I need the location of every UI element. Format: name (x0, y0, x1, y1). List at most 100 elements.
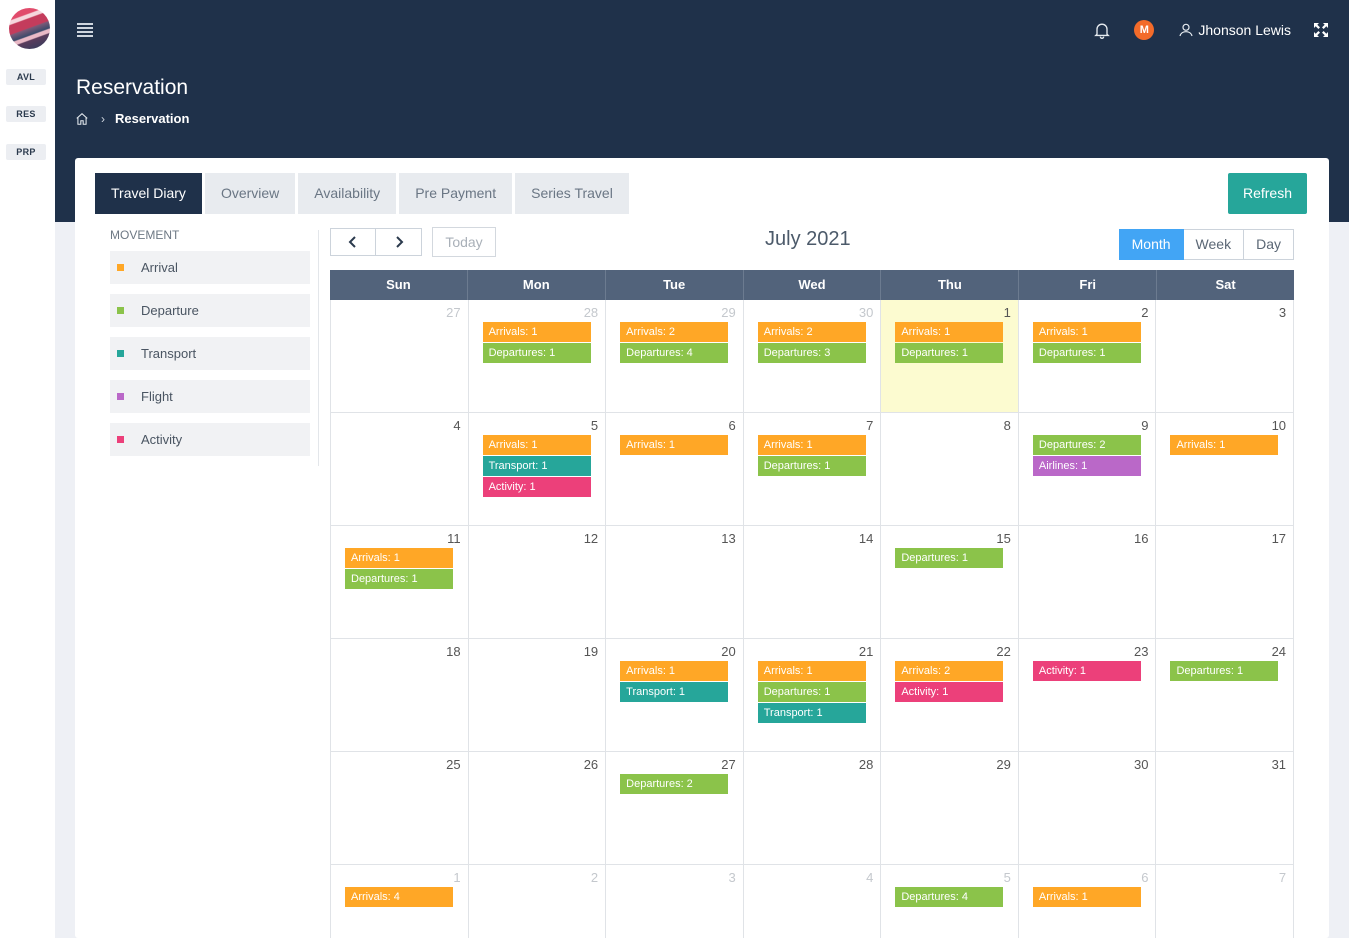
event-arrival[interactable]: Arrivals: 1 (345, 548, 453, 568)
today-button[interactable]: Today (432, 227, 496, 257)
legend-item-transport[interactable]: Transport (110, 337, 310, 370)
app-logo[interactable] (9, 8, 50, 49)
event-arrival[interactable]: Arrivals: 1 (620, 435, 729, 455)
sidebar-item-res[interactable]: RES (6, 106, 46, 122)
calendar-day[interactable]: 7 (1156, 865, 1295, 938)
next-month-button[interactable] (376, 228, 422, 256)
calendar-day[interactable]: 21 Arrivals: 1 Departures: 1 Transport: 1 (744, 639, 882, 751)
event-arrival[interactable]: Arrivals: 2 (757, 322, 866, 342)
event-arrival[interactable]: Arrivals: 2 (620, 322, 729, 342)
event-activity[interactable]: Activity: 1 (895, 682, 1004, 702)
event-arrival[interactable]: Arrivals: 1 (1032, 887, 1141, 907)
prev-month-button[interactable] (330, 228, 376, 256)
calendar-day[interactable]: 7 Arrivals: 1 Departures: 1 (744, 413, 882, 525)
calendar-day[interactable]: 3 (606, 865, 744, 938)
calendar-day-today[interactable]: 1 Arrivals: 1 Departures: 1 (881, 300, 1019, 412)
calendar-day[interactable]: 14 (744, 526, 882, 638)
home-icon[interactable] (75, 112, 89, 126)
tab-pre-payment[interactable]: Pre Payment (399, 173, 513, 214)
event-arrival[interactable]: Arrivals: 1 (895, 322, 1004, 342)
event-departure[interactable]: Departures: 1 (757, 682, 866, 702)
calendar-day[interactable]: 10 Arrivals: 1 (1156, 413, 1295, 525)
calendar-day[interactable]: 24 Departures: 1 (1156, 639, 1295, 751)
calendar-day[interactable]: 4 (744, 865, 882, 938)
event-arrival[interactable]: Arrivals: 1 (757, 435, 866, 455)
tab-availability[interactable]: Availability (298, 173, 397, 214)
event-departure[interactable]: Departures: 2 (620, 774, 729, 794)
calendar-day[interactable]: 11 Arrivals: 1 Departures: 1 (331, 526, 469, 638)
calendar-day[interactable]: 3 (1156, 300, 1295, 412)
tab-travel-diary[interactable]: Travel Diary (95, 173, 202, 214)
event-transport[interactable]: Transport: 1 (482, 456, 591, 476)
calendar-day[interactable]: 29 Arrivals: 2 Departures: 4 (606, 300, 744, 412)
calendar-day[interactable]: 16 (1019, 526, 1157, 638)
fullscreen-icon[interactable] (1313, 22, 1329, 38)
refresh-button[interactable]: Refresh (1228, 173, 1307, 214)
calendar-day[interactable]: 30 (1019, 752, 1157, 864)
sidebar-item-avl[interactable]: AVL (6, 69, 46, 85)
event-arrival[interactable]: Arrivals: 2 (895, 661, 1004, 681)
event-departure[interactable]: Departures: 1 (345, 569, 453, 589)
event-departure[interactable]: Departures: 1 (895, 343, 1004, 363)
legend-item-departure[interactable]: Departure (110, 294, 310, 327)
calendar-day[interactable]: 17 (1156, 526, 1295, 638)
calendar-day[interactable]: 15 Departures: 1 (881, 526, 1019, 638)
calendar-day[interactable]: 8 (881, 413, 1019, 525)
calendar-day[interactable]: 29 (881, 752, 1019, 864)
event-departure[interactable]: Departures: 1 (757, 456, 866, 476)
event-transport[interactable]: Transport: 1 (620, 682, 729, 702)
calendar-day[interactable]: 26 (469, 752, 607, 864)
event-departure[interactable]: Departures: 4 (895, 887, 1004, 907)
view-week-button[interactable]: Week (1183, 229, 1245, 260)
calendar-day[interactable]: 12 (469, 526, 607, 638)
calendar-day[interactable]: 2 (469, 865, 607, 938)
calendar-day[interactable]: 20 Arrivals: 1 Transport: 1 (606, 639, 744, 751)
calendar-day[interactable]: 28 (744, 752, 882, 864)
user-avatar[interactable]: M (1134, 20, 1155, 40)
sidebar-item-prp[interactable]: PRP (6, 144, 46, 160)
calendar-day[interactable]: 28 Arrivals: 1 Departures: 1 (469, 300, 607, 412)
calendar-day[interactable]: 4 (331, 413, 469, 525)
calendar-day[interactable]: 2 Arrivals: 1 Departures: 1 (1019, 300, 1157, 412)
event-departure[interactable]: Departures: 1 (1032, 343, 1141, 363)
menu-toggle-icon[interactable] (77, 23, 93, 37)
calendar-day[interactable]: 31 (1156, 752, 1295, 864)
calendar-day[interactable]: 19 (469, 639, 607, 751)
event-departure[interactable]: Departures: 1 (1170, 661, 1279, 681)
event-departure[interactable]: Departures: 3 (757, 343, 866, 363)
user-menu[interactable]: Jhonson Lewis (1178, 22, 1291, 38)
event-arrival[interactable]: Arrivals: 1 (482, 322, 591, 342)
event-transport[interactable]: Transport: 1 (757, 703, 866, 723)
calendar-day[interactable]: 23 Activity: 1 (1019, 639, 1157, 751)
view-day-button[interactable]: Day (1244, 229, 1294, 260)
event-arrival[interactable]: Arrivals: 1 (757, 661, 866, 681)
legend-item-flight[interactable]: Flight (110, 380, 310, 413)
tab-series-travel[interactable]: Series Travel (515, 173, 629, 214)
event-activity[interactable]: Activity: 1 (482, 477, 591, 497)
calendar-day[interactable]: 18 (331, 639, 469, 751)
event-arrival[interactable]: Arrivals: 4 (345, 887, 453, 907)
calendar-day[interactable]: 9 Departures: 2 Airlines: 1 (1019, 413, 1157, 525)
event-departure[interactable]: Departures: 1 (482, 343, 591, 363)
calendar-day[interactable]: 27 (331, 300, 469, 412)
tab-overview[interactable]: Overview (204, 173, 296, 214)
calendar-day[interactable]: 1 Arrivals: 4 (331, 865, 469, 938)
calendar-day[interactable]: 13 (606, 526, 744, 638)
legend-item-activity[interactable]: Activity (110, 423, 310, 456)
calendar-day[interactable]: 30 Arrivals: 2 Departures: 3 (744, 300, 882, 412)
legend-item-arrival[interactable]: Arrival (110, 251, 310, 284)
event-departure[interactable]: Departures: 4 (620, 343, 729, 363)
event-departure[interactable]: Departures: 1 (895, 548, 1004, 568)
event-arrival[interactable]: Arrivals: 1 (1170, 435, 1279, 455)
event-arrival[interactable]: Arrivals: 1 (1032, 322, 1141, 342)
calendar-day[interactable]: 5 Arrivals: 1 Transport: 1 Activity: 1 (469, 413, 607, 525)
calendar-day[interactable]: 6 Arrivals: 1 (606, 413, 744, 525)
event-flight[interactable]: Airlines: 1 (1032, 456, 1141, 476)
event-activity[interactable]: Activity: 1 (1032, 661, 1141, 681)
event-arrival[interactable]: Arrivals: 1 (620, 661, 729, 681)
calendar-day[interactable]: 25 (331, 752, 469, 864)
view-month-button[interactable]: Month (1118, 229, 1184, 260)
calendar-day[interactable]: 5 Departures: 4 (881, 865, 1019, 938)
event-arrival[interactable]: Arrivals: 1 (482, 435, 591, 455)
event-departure[interactable]: Departures: 2 (1032, 435, 1141, 455)
